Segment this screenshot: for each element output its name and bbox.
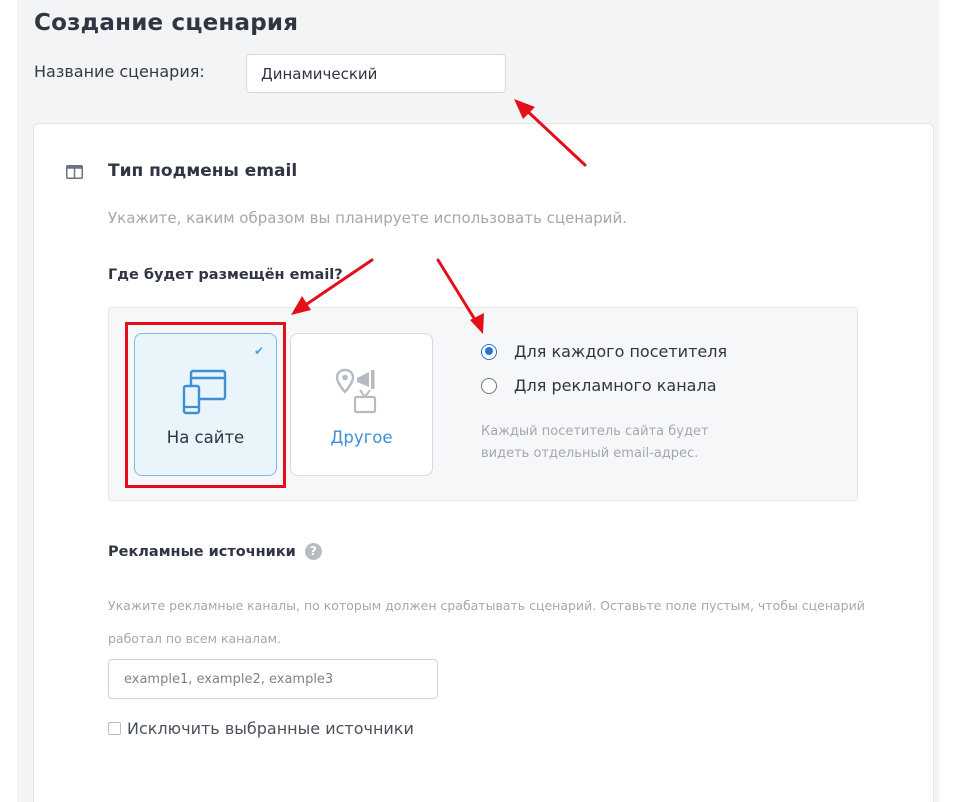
page: Создание сценария Название сценария: Тип… <box>0 0 964 802</box>
scenario-name-input[interactable] <box>246 54 506 93</box>
ad-sources-input[interactable] <box>108 659 438 699</box>
email-section-description: Укажите, каким образом вы планируете исп… <box>108 209 628 227</box>
exclude-sources-label: Исключить выбранные источники <box>127 719 414 738</box>
placement-tile-other[interactable]: Другое <box>290 333 433 476</box>
radio-checked-icon[interactable] <box>481 343 497 360</box>
check-icon: ✔ <box>253 344 264 358</box>
mode-hint: Каждый посетитель сайта будет видеть отд… <box>481 424 709 461</box>
location-megaphone-tv-icon <box>335 368 377 414</box>
columns-icon <box>66 165 83 179</box>
devices-icon <box>182 369 227 415</box>
scenario-name-label: Название сценария: <box>34 62 205 81</box>
exclude-sources-checkbox[interactable] <box>108 722 121 735</box>
question-icon[interactable]: ? <box>304 543 322 560</box>
mode-radio-each-visitor[interactable]: Для каждого посетителя <box>481 342 727 361</box>
mode-radio-each-visitor-label: Для каждого посетителя <box>514 342 728 361</box>
placement-tile-other-label: Другое <box>330 428 393 447</box>
email-section-title: Тип подмены email <box>108 161 298 181</box>
placement-question: Где будет размещён email? <box>108 267 343 283</box>
mode-radio-ad-channel-label: Для рекламного канала <box>514 376 717 395</box>
exclude-sources-row[interactable]: Исключить выбранные источники <box>108 719 414 738</box>
page-title: Создание сценария <box>34 10 299 36</box>
ad-sources-title: Рекламные источники ? <box>108 543 322 560</box>
ad-sources-title-text: Рекламные источники <box>108 543 296 560</box>
placement-tile-site-label: На сайте <box>166 428 245 447</box>
radio-unchecked-icon[interactable] <box>481 377 497 394</box>
placement-tile-site[interactable]: ✔ На сайте <box>134 333 277 476</box>
mode-radio-ad-channel[interactable]: Для рекламного канала <box>481 376 717 395</box>
ad-sources-description: Укажите рекламные каналы, по которым дол… <box>108 598 865 646</box>
